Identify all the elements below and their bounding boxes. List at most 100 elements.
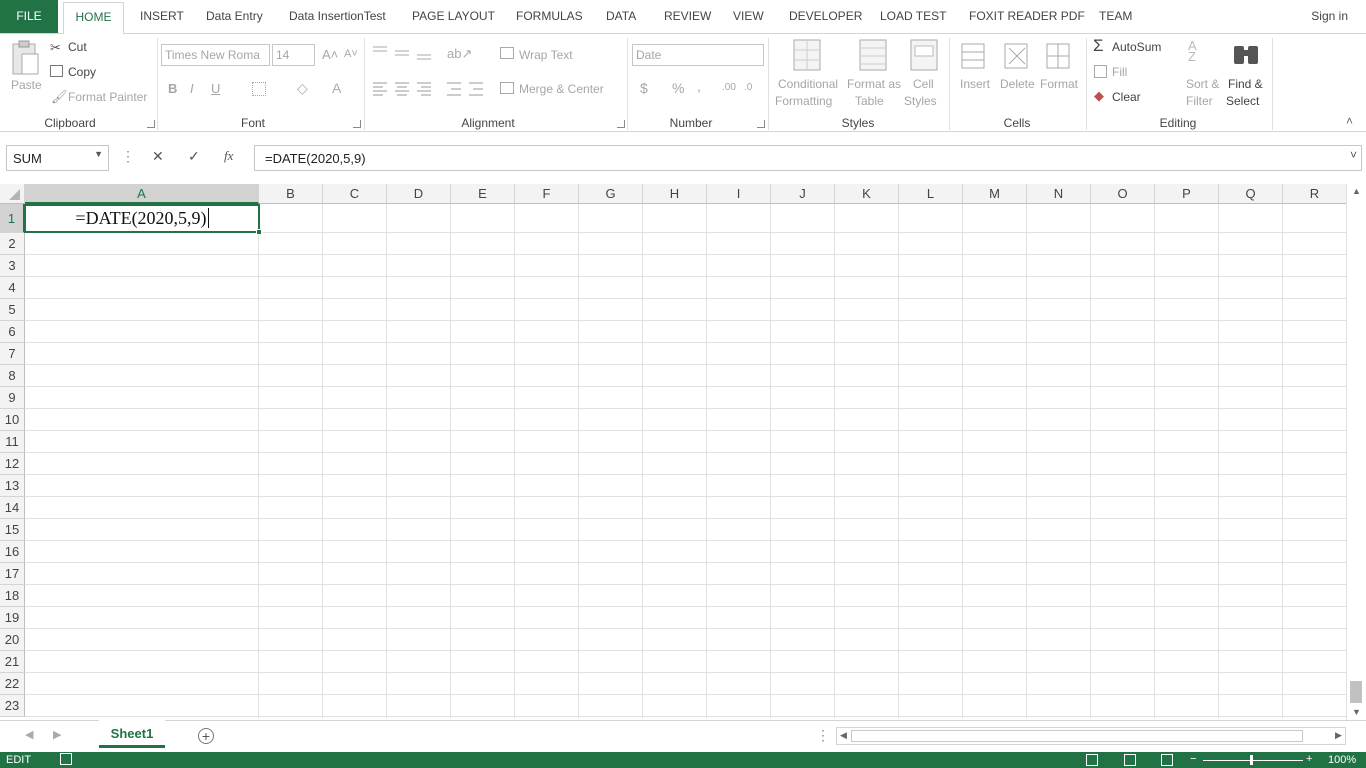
column-header-m[interactable]: M <box>963 184 1027 204</box>
zoom-out-icon[interactable]: − <box>1190 753 1196 765</box>
row-header-19[interactable]: 19 <box>0 607 25 629</box>
tab-data-entry[interactable]: Data Entry <box>206 9 263 23</box>
row-header-20[interactable]: 20 <box>0 629 25 651</box>
column-header-n[interactable]: N <box>1027 184 1091 204</box>
increase-decimal-icon[interactable]: .00 <box>722 82 736 93</box>
horizontal-align-icons[interactable] <box>371 80 491 98</box>
column-header-i[interactable]: I <box>707 184 771 204</box>
underline-button[interactable]: U <box>211 81 220 96</box>
column-header-e[interactable]: E <box>451 184 515 204</box>
borders-icon[interactable] <box>252 82 266 96</box>
fill-handle[interactable] <box>256 229 262 235</box>
column-header-o[interactable]: O <box>1091 184 1155 204</box>
prev-sheet-icon[interactable]: ◀ <box>25 728 33 741</box>
tab-foxit-reader-pdf[interactable]: FOXIT READER PDF <box>969 9 1085 23</box>
column-header-d[interactable]: D <box>387 184 451 204</box>
macro-record-icon[interactable] <box>60 753 72 765</box>
conditional-formatting-button[interactable]: Conditional <box>778 77 838 91</box>
tab-page-layout[interactable]: PAGE LAYOUT <box>412 9 495 23</box>
tab-developer[interactable]: DEVELOPER <box>789 9 862 23</box>
page-break-view-icon[interactable] <box>1161 754 1173 766</box>
row-header-1[interactable]: 1 <box>0 204 25 233</box>
row-header-22[interactable]: 22 <box>0 673 25 695</box>
tab-home[interactable]: HOME <box>63 2 124 34</box>
column-header-g[interactable]: G <box>579 184 643 204</box>
zoom-level[interactable]: 100% <box>1328 754 1356 766</box>
insert-function-icon[interactable]: fx <box>224 148 233 164</box>
cancel-icon[interactable]: ✕ <box>152 148 164 165</box>
vertical-scroll-thumb[interactable] <box>1350 681 1362 703</box>
row-header-18[interactable]: 18 <box>0 585 25 607</box>
row-header-17[interactable]: 17 <box>0 563 25 585</box>
row-header-9[interactable]: 9 <box>0 387 25 409</box>
column-header-c[interactable]: C <box>323 184 387 204</box>
active-cell-a1[interactable]: =DATE(2020,5,9) <box>24 204 260 233</box>
column-header-r[interactable]: R <box>1283 184 1346 204</box>
vertical-align-icons[interactable]: ab↗ <box>371 44 481 62</box>
row-header-10[interactable]: 10 <box>0 409 25 431</box>
insert-button[interactable]: Insert <box>960 77 990 91</box>
row-header-5[interactable]: 5 <box>0 299 25 321</box>
currency-button[interactable]: $ <box>640 80 648 96</box>
name-box[interactable]: SUM ▼ <box>6 145 109 171</box>
new-sheet-icon[interactable]: + <box>198 728 214 744</box>
worksheet-grid[interactable]: ABCDEFGHIJKLMNOPQR 1 2 3 4 5 6 7 8 9 10 11 12 13 14 15… <box>0 184 1346 718</box>
tab-view[interactable]: VIEW <box>733 9 764 23</box>
clipboard-launcher-icon[interactable] <box>147 120 155 128</box>
collapse-ribbon-icon[interactable]: ˄ <box>1346 114 1353 128</box>
column-header-a[interactable]: A <box>25 184 259 204</box>
increase-font-icon[interactable]: A˄ <box>322 47 338 62</box>
row-header-4[interactable]: 4 <box>0 277 25 299</box>
paste-button[interactable]: Paste <box>11 78 42 92</box>
paste-icon[interactable] <box>9 40 41 80</box>
clear-button[interactable]: Clear <box>1112 90 1141 104</box>
cell-styles-button[interactable]: Cell <box>913 77 934 91</box>
fill-color-icon[interactable]: ◇ <box>297 80 308 97</box>
decrease-decimal-icon[interactable]: .0 <box>744 82 752 93</box>
row-header-11[interactable]: 11 <box>0 431 25 453</box>
column-header-h[interactable]: H <box>643 184 707 204</box>
tab-formulas[interactable]: FORMULAS <box>516 9 583 23</box>
cut-button[interactable]: Cut <box>68 40 87 54</box>
formula-input[interactable]: =DATE(2020,5,9) ˅ <box>254 145 1362 171</box>
normal-view-icon[interactable] <box>1086 754 1098 766</box>
scroll-up-icon[interactable]: ▲ <box>1352 186 1361 196</box>
column-header-b[interactable]: B <box>259 184 323 204</box>
sign-in-link[interactable]: Sign in <box>1311 9 1348 23</box>
bold-button[interactable]: B <box>168 81 177 96</box>
row-header-6[interactable]: 6 <box>0 321 25 343</box>
number-format-select[interactable]: Date <box>632 44 764 66</box>
row-header-14[interactable]: 14 <box>0 497 25 519</box>
sheet-tab-sheet1[interactable]: Sheet1 <box>99 720 165 748</box>
column-header-k[interactable]: K <box>835 184 899 204</box>
vertical-scrollbar[interactable]: ▲ ▼ <box>1346 184 1366 720</box>
column-header-f[interactable]: F <box>515 184 579 204</box>
zoom-slider-thumb[interactable] <box>1250 755 1253 765</box>
column-header-l[interactable]: L <box>899 184 963 204</box>
italic-button[interactable]: I <box>190 81 194 96</box>
format-as-table-button[interactable]: Format as <box>847 77 901 91</box>
expand-formula-icon[interactable]: ˅ <box>1350 148 1357 162</box>
row-header-16[interactable]: 16 <box>0 541 25 563</box>
row-header-23[interactable]: 23 <box>0 695 25 717</box>
select-all-corner[interactable] <box>0 184 25 204</box>
scroll-down-icon[interactable]: ▼ <box>1352 707 1361 717</box>
scroll-right-icon[interactable]: ▶ <box>1335 730 1342 741</box>
row-header-8[interactable]: 8 <box>0 365 25 387</box>
tab-load-test[interactable]: LOAD TEST <box>880 9 946 23</box>
format-button[interactable]: Format <box>1040 77 1078 91</box>
row-header-21[interactable]: 21 <box>0 651 25 673</box>
number-launcher-icon[interactable] <box>757 120 765 128</box>
tab-data-insertion-test[interactable]: Data InsertionTest <box>289 9 386 23</box>
font-name-select[interactable]: Times New Roma <box>161 44 270 66</box>
column-header-j[interactable]: J <box>771 184 835 204</box>
row-header-15[interactable]: 15 <box>0 519 25 541</box>
zoom-slider[interactable] <box>1203 760 1303 761</box>
row-header-2[interactable]: 2 <box>0 233 25 255</box>
enter-icon[interactable]: ✓ <box>188 148 200 165</box>
page-layout-view-icon[interactable] <box>1124 754 1136 766</box>
format-painter-button[interactable]: Format Painter <box>68 90 147 104</box>
next-sheet-icon[interactable]: ▶ <box>53 728 61 741</box>
wrap-text-button[interactable]: Wrap Text <box>519 48 573 62</box>
merge-center-button[interactable]: Merge & Center <box>519 82 604 96</box>
